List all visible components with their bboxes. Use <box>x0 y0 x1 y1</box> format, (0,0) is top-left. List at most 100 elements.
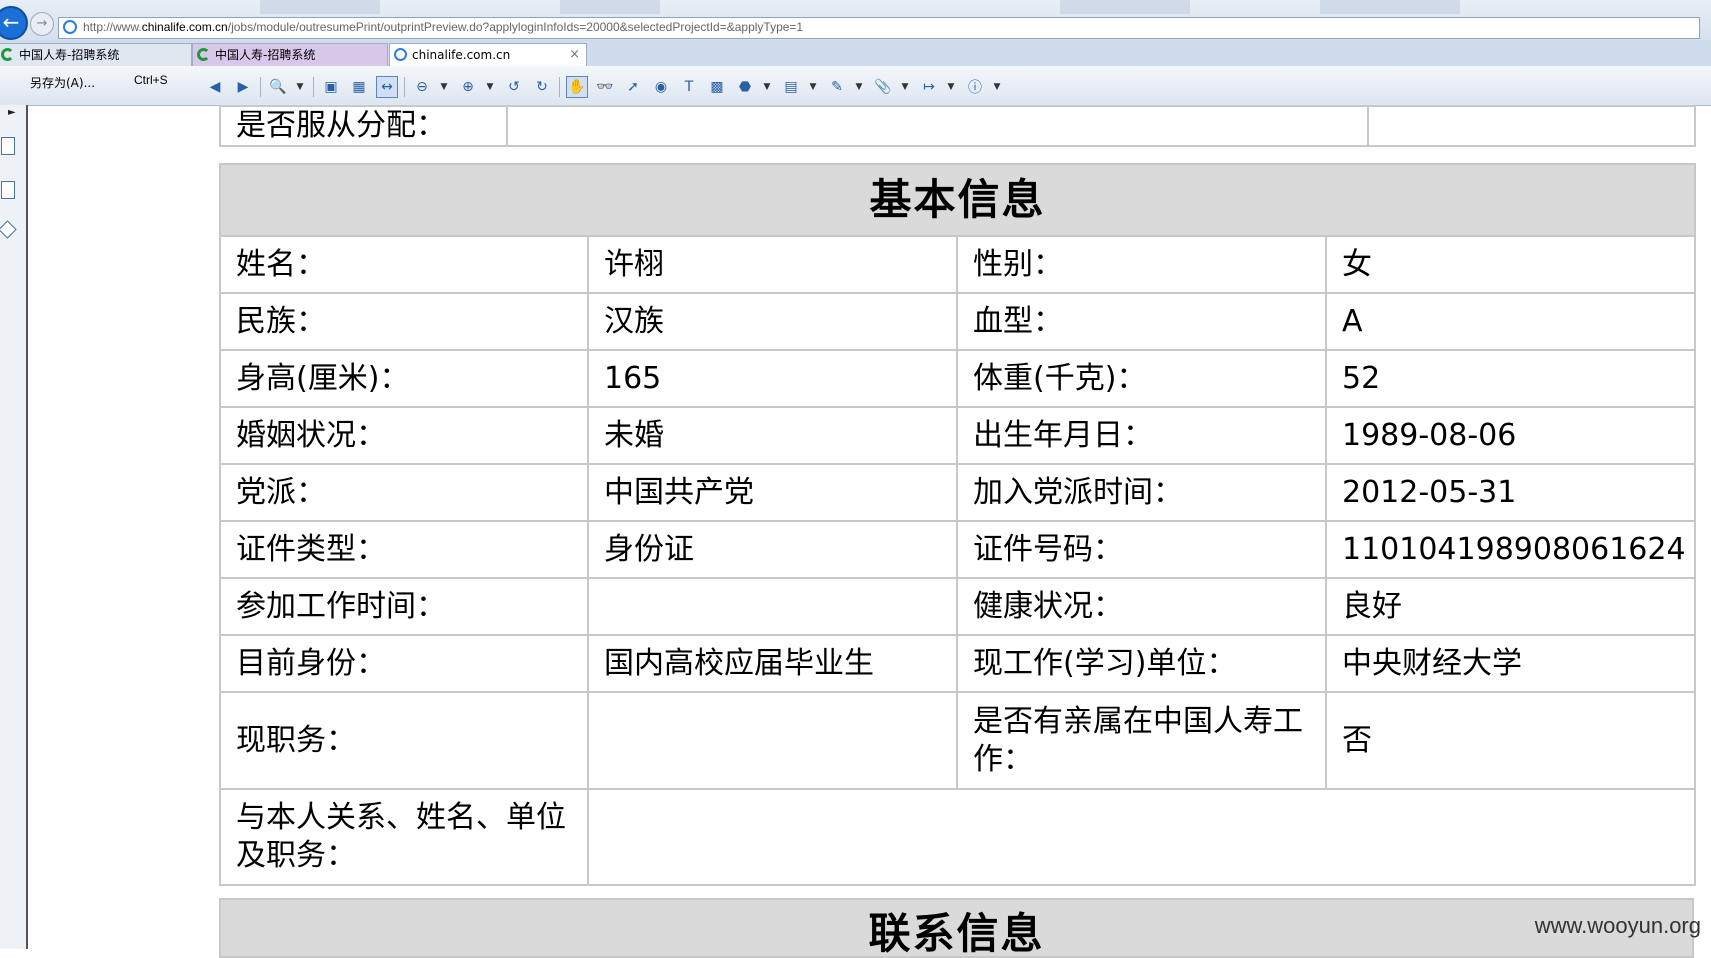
field-label: 民族： <box>219 292 589 351</box>
forward-button[interactable]: → <box>30 12 54 36</box>
table-row: 婚姻状况： 未婚 出生年月日： 1989-08-06 <box>219 406 1697 465</box>
toolbar-icons: ◀ ▶ 🔍 ▼ ▣ ▦ ↔ ⊖ ▼ ⊕ ▼ ↺ ↻ ✋ 👓 ➚ ◉ T ▩ ⬣ … <box>204 76 1010 98</box>
zoom-out-icon[interactable]: ⊖ <box>411 76 433 98</box>
tab-label: 中国人寿-招聘系统 <box>19 48 120 62</box>
info-icon[interactable]: ⓘ <box>964 76 986 98</box>
actual-size-icon[interactable]: ▣ <box>320 76 342 98</box>
field-label: 性别： <box>956 235 1327 294</box>
note-dropdown-icon[interactable]: ▼ <box>854 76 864 98</box>
bookmarks-icon[interactable] <box>1 181 15 199</box>
blurred-bookmark <box>560 0 660 14</box>
field-label: 参加工作时间： <box>219 577 589 636</box>
back-button[interactable]: ← <box>0 6 28 40</box>
field-value: 52 <box>1324 349 1697 408</box>
toolbar-separator <box>404 77 405 97</box>
save-shortcut-label: Ctrl+S <box>134 73 168 87</box>
text-box-dropdown-icon[interactable]: ▼ <box>808 76 818 98</box>
field-value: 女 <box>1324 235 1697 294</box>
browser-chrome: ← → http://www.chinalife.com.cn/jobs/mod… <box>0 0 1711 106</box>
pdf-navigation-panel: ► <box>0 105 28 949</box>
watermark: www.wooyun.org <box>1534 913 1701 938</box>
chinalife-tab-icon <box>1 48 14 61</box>
hand-tool-icon[interactable]: ✋ <box>566 76 588 98</box>
relation-label: 与本人关系、姓名、单位及职务： <box>219 788 589 886</box>
next-page-icon[interactable]: ▶ <box>232 76 254 98</box>
zoom-in-icon[interactable]: 🔍 <box>267 76 289 98</box>
tab-label: 中国人寿-招聘系统 <box>215 48 316 62</box>
rotate-left-icon[interactable]: ↺ <box>503 76 525 98</box>
toolbar-separator <box>313 77 314 97</box>
table-row: 现职务： 是否有亲属在中国人寿工作： 否 <box>219 691 1697 790</box>
zoom-out-dropdown-icon[interactable]: ▼ <box>439 76 449 98</box>
shape-dropdown-icon[interactable]: ▼ <box>762 76 772 98</box>
field-label: 目前身份： <box>219 634 589 693</box>
loupe-tool-icon[interactable]: 👓 <box>594 76 616 98</box>
field-label: 姓名： <box>219 235 589 294</box>
field-value: 良好 <box>1324 577 1697 636</box>
url-text: http://www.chinalife.com.cn/jobs/module/… <box>83 20 804 34</box>
rotate-right-icon[interactable]: ↻ <box>531 76 553 98</box>
measure-dropdown-icon[interactable]: ▼ <box>946 76 956 98</box>
field-value: 许栩 <box>587 235 958 294</box>
text-box-icon[interactable]: ▤ <box>780 76 802 98</box>
field-value: 165 <box>587 349 958 408</box>
field-value: 国内高校应届毕业生 <box>587 634 958 693</box>
field-value: A <box>1324 292 1697 351</box>
obey-assignment-extra <box>1367 105 1696 147</box>
obey-assignment-label: 是否服从分配： <box>219 105 508 147</box>
field-label: 加入党派时间： <box>956 463 1327 522</box>
measure-tool-icon[interactable]: ↦ <box>918 76 940 98</box>
field-label: 现工作(学习)单位： <box>956 634 1327 693</box>
table-row: 证件类型： 身份证 证件号码： 110104198908061624 <box>219 520 1697 579</box>
fit-page-icon[interactable]: ▦ <box>348 76 370 98</box>
fit-width-icon[interactable]: ↔ <box>376 76 398 98</box>
relation-value <box>586 788 1697 886</box>
tab-chinalife-active[interactable]: chinalife.com.cn × <box>389 43 587 67</box>
zoom-plus-icon[interactable]: ⊕ <box>457 76 479 98</box>
field-label: 现职务： <box>219 691 589 790</box>
field-value: 1989-08-06 <box>1324 406 1697 465</box>
previous-page-icon[interactable]: ◀ <box>204 76 226 98</box>
basic-info-heading: 基本信息 <box>218 163 1697 237</box>
find-binoculars-icon[interactable]: ◉ <box>650 76 672 98</box>
field-label: 证件类型： <box>219 520 589 579</box>
save-as-menu-item[interactable]: 另存为(A)... <box>30 74 95 91</box>
blurred-bookmark <box>1060 0 1190 14</box>
attach-dropdown-icon[interactable]: ▼ <box>900 76 910 98</box>
layers-icon[interactable] <box>0 220 17 239</box>
field-value: 中央财经大学 <box>1324 634 1697 693</box>
field-value: 否 <box>1324 691 1697 790</box>
tab-recruit-2[interactable]: 中国人寿-招聘系统 <box>192 43 388 66</box>
url-input[interactable]: http://www.chinalife.com.cn/jobs/module/… <box>58 17 1700 39</box>
previous-section-table: 是否服从分配： <box>219 105 1696 147</box>
table-row: 身高(厘米)： 165 体重(千克)： 52 <box>219 349 1697 408</box>
field-label: 出生年月日： <box>956 406 1327 465</box>
attach-paperclip-icon[interactable]: 📎 <box>872 76 894 98</box>
snapshot-camera-icon[interactable]: ▩ <box>706 76 728 98</box>
chinalife-tab-icon <box>197 48 210 61</box>
obey-assignment-value <box>506 105 1369 147</box>
field-value: 未婚 <box>587 406 958 465</box>
page-thumbnails-icon[interactable] <box>1 137 15 155</box>
tab-recruit-1[interactable]: 中国人寿-招聘系统 <box>0 43 192 66</box>
table-row: 党派： 中国共产党 加入党派时间： 2012-05-31 <box>219 463 1697 522</box>
zoom-plus-dropdown-icon[interactable]: ▼ <box>485 76 495 98</box>
table-row: 基本信息 <box>218 163 1697 237</box>
field-label: 体重(千克)： <box>956 349 1327 408</box>
blurred-bookmark <box>260 0 380 14</box>
select-arrow-icon[interactable]: ➚ <box>622 76 644 98</box>
blurred-bookmark <box>1320 0 1460 14</box>
field-label: 党派： <box>219 463 589 522</box>
field-value: 110104198908061624 <box>1324 520 1697 579</box>
zoom-dropdown-icon[interactable]: ▼ <box>295 76 305 98</box>
pdf-toolbar: 另存为(A)... Ctrl+S ◀ ▶ 🔍 ▼ ▣ ▦ ↔ ⊖ ▼ ⊕ ▼ ↺… <box>0 66 1711 104</box>
resume-document: 是否服从分配： 基本信息 姓名： 许栩 性别： 女 民族： 汉族 血型： A 身… <box>218 105 1697 886</box>
info-dropdown-icon[interactable]: ▼ <box>992 76 1002 98</box>
note-edit-icon[interactable]: ✎ <box>826 76 848 98</box>
text-select-icon[interactable]: T <box>678 76 700 98</box>
close-tab-icon[interactable]: × <box>569 44 580 66</box>
expand-panel-icon[interactable]: ► <box>8 107 16 118</box>
shape-tool-icon[interactable]: ⬣ <box>734 76 756 98</box>
table-row: 目前身份： 国内高校应届毕业生 现工作(学习)单位： 中央财经大学 <box>219 634 1697 693</box>
tab-strip: 中国人寿-招聘系统 中国人寿-招聘系统 chinalife.com.cn × <box>0 40 1711 67</box>
